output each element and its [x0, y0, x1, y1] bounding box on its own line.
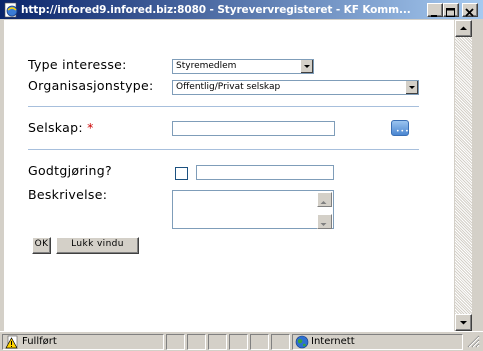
selskap-label-text: Selskap:	[28, 120, 83, 135]
window-border	[472, 20, 483, 331]
section-divider	[28, 149, 419, 150]
type-interesse-label: Type interesse:	[28, 57, 127, 72]
ellipsis-lookup-icon: •••	[396, 128, 410, 135]
godtgjoring-checkbox[interactable]	[175, 167, 188, 180]
scroll-up-button[interactable]	[455, 20, 472, 37]
scroll-up-button[interactable]	[317, 192, 332, 207]
ie-page-icon	[4, 2, 18, 18]
maximize-icon	[446, 8, 455, 17]
close-icon	[465, 8, 474, 17]
resize-grip-icon[interactable]	[466, 334, 480, 348]
beskrivelse-label: Beskrivelse:	[28, 187, 108, 202]
required-marker: *	[87, 120, 94, 135]
type-interesse-select[interactable]: Styremedlem	[172, 59, 314, 74]
beskrivelse-textarea[interactable]	[172, 190, 334, 229]
dropdown-button[interactable]	[300, 60, 313, 73]
dropdown-button[interactable]	[405, 81, 418, 94]
window-title: http://infored9.infored.biz:8080 - Styre…	[21, 4, 411, 16]
minimize-icon	[431, 15, 437, 17]
status-panel-empty	[250, 334, 269, 350]
minimize-button[interactable]	[427, 3, 443, 17]
chevron-down-icon	[409, 86, 415, 89]
scroll-down-button[interactable]	[455, 314, 472, 331]
arrow-down-icon	[320, 223, 327, 226]
godtgjoring-amount-input[interactable]	[196, 165, 334, 180]
zone-text: Internett	[311, 336, 355, 347]
selskap-input[interactable]	[172, 121, 335, 136]
organisasjonstype-select[interactable]: Offentlig/Privat selskap	[172, 80, 419, 95]
maximize-button[interactable]	[443, 3, 459, 17]
organisasjonstype-label: Organisasjonstype:	[28, 78, 154, 93]
lukk-vindu-button[interactable]: Lukk vindu	[56, 237, 139, 254]
selskap-label: Selskap: *	[28, 120, 94, 135]
zone-panel: Internett	[292, 334, 463, 350]
type-interesse-value: Styremedlem	[176, 61, 237, 71]
arrow-up-icon	[320, 201, 327, 204]
selskap-lookup-button[interactable]: •••	[391, 120, 409, 136]
title-bar[interactable]: http://infored9.infored.biz:8080 - Styre…	[0, 0, 483, 20]
ok-button[interactable]: OK	[32, 237, 51, 254]
section-divider	[28, 106, 419, 107]
organisasjonstype-value: Offentlig/Privat selskap	[176, 82, 281, 92]
close-button[interactable]	[462, 3, 478, 17]
chevron-down-icon	[304, 65, 310, 68]
page-scrollbar[interactable]	[455, 20, 472, 331]
status-panel-empty	[229, 334, 248, 350]
status-panel-empty	[187, 334, 206, 350]
status-text: Fullført	[22, 336, 57, 347]
status-panel-empty	[271, 334, 290, 350]
warning-page-icon	[5, 335, 18, 349]
scroll-down-button[interactable]	[317, 214, 332, 229]
status-panel-empty	[166, 334, 185, 350]
status-panel-empty	[208, 334, 227, 350]
status-panel: Fullført	[2, 334, 164, 350]
globe-icon	[295, 335, 309, 349]
arrow-up-icon	[460, 26, 467, 30]
arrow-down-icon	[460, 321, 467, 325]
godtgjoring-label: Godtgjøring?	[28, 163, 112, 178]
